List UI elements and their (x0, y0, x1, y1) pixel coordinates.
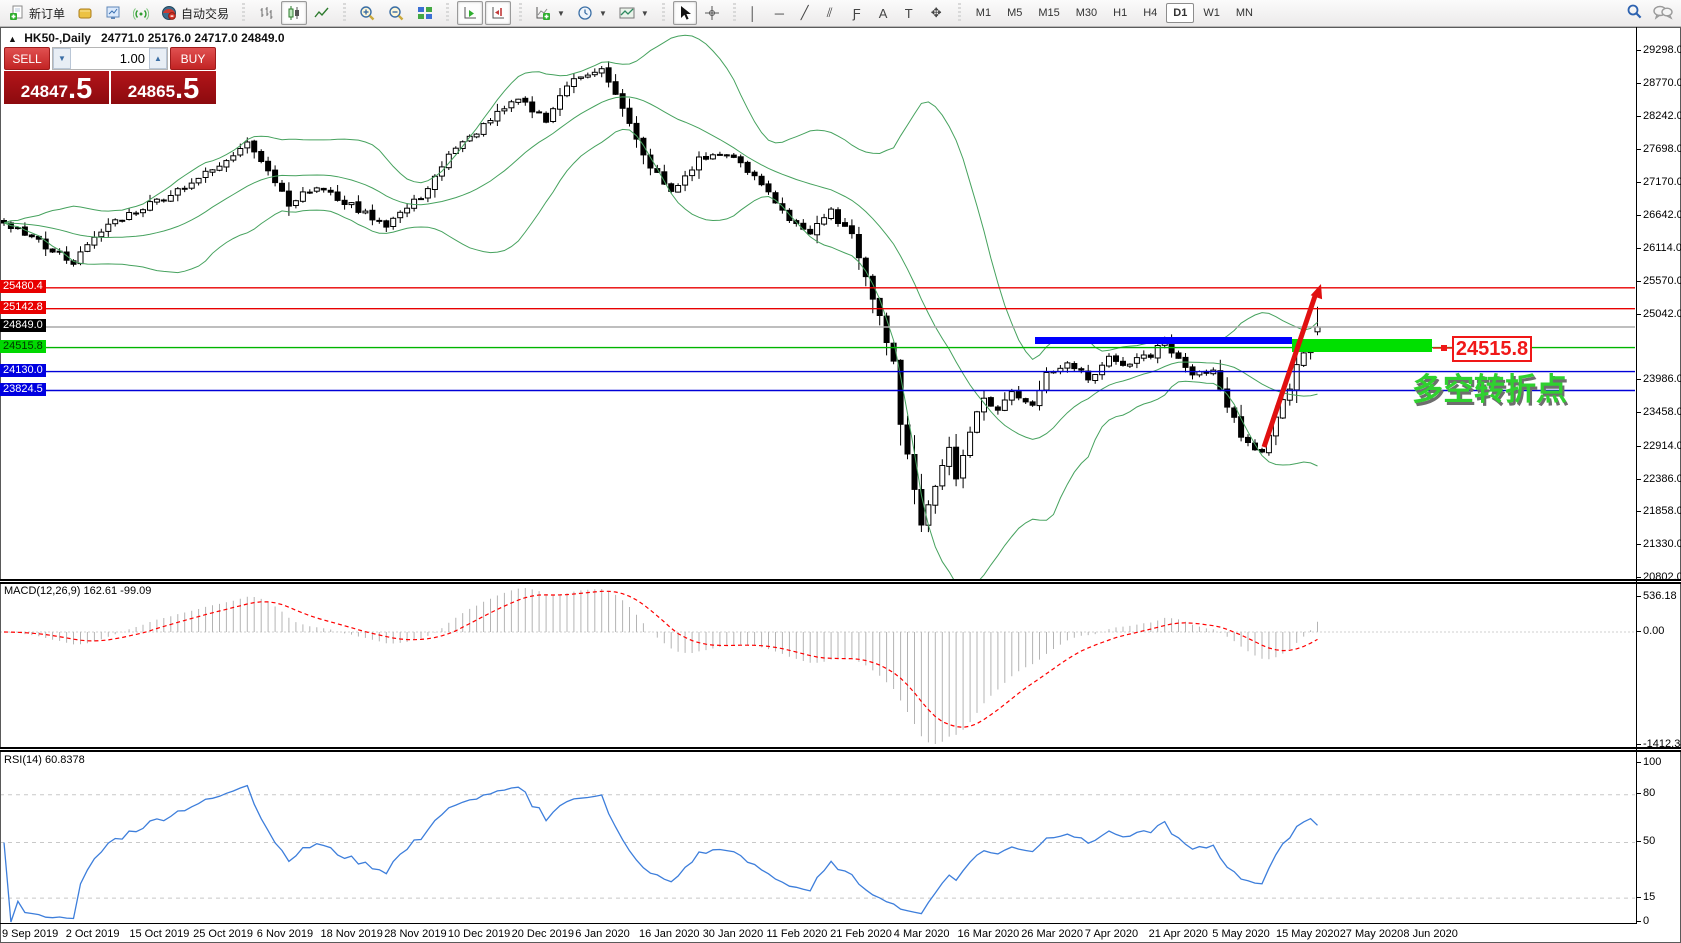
date-tick: 27 May 2020 (1339, 928, 1404, 940)
macd-label: MACD(12,26,9) 162.61 -99.09 (4, 585, 152, 597)
price-tick: 26114.0 (1637, 241, 1681, 254)
price-level-badge: 25142.8 (0, 300, 46, 314)
rsi-axis-tick: 0 (1636, 915, 1650, 927)
buy-price-frac: .5 (175, 73, 200, 105)
rsi-axis-tick: 80 (1636, 787, 1656, 799)
price-tick: 22386.0 (1637, 472, 1681, 485)
rsi-label: RSI(14) 60.8378 (4, 754, 85, 766)
price-level-badge: 24130.0 (0, 363, 46, 377)
price-axis-line (1636, 27, 1637, 924)
price-tick: 23986.0 (1637, 373, 1681, 386)
date-tick: 11 Feb 2020 (766, 928, 828, 940)
date-tick: 15 May 2020 (1276, 928, 1340, 940)
date-tick: 26 Mar 2020 (1021, 928, 1083, 940)
date-tick: 15 Oct 2019 (129, 928, 190, 940)
volume-increase-button[interactable]: ▲ (149, 48, 167, 69)
date-tick: 20 Dec 2019 (511, 928, 574, 940)
chart-title: ▲ HK50-,Daily 24771.0 25176.0 24717.0 24… (8, 31, 285, 45)
pane-divider[interactable] (0, 747, 1681, 752)
sell-button[interactable]: SELL (4, 47, 50, 70)
price-tick: 21858.0 (1637, 505, 1681, 518)
date-tick: 4 Mar 2020 (893, 928, 950, 940)
time-axis-line (0, 923, 1637, 924)
buy-price[interactable]: 24865 .5 (111, 71, 216, 104)
price-tick: 26642.0 (1637, 208, 1681, 221)
date-tick: 28 Nov 2019 (384, 928, 447, 940)
price-level-badge: 24849.0 (0, 318, 46, 332)
date-tick: 25 Oct 2019 (193, 928, 254, 940)
macd-axis-tick: 0.00 (1636, 625, 1665, 637)
buy-price-main: 24865 (127, 82, 176, 101)
date-tick: 18 Nov 2019 (320, 928, 383, 940)
rsi-axis-tick: 50 (1636, 835, 1656, 847)
date-tick: 6 Jan 2020 (575, 928, 630, 940)
price-tick: 29298.0 (1637, 44, 1681, 56)
price-tick: 25570.0 (1637, 275, 1681, 288)
sell-price-frac: .5 (68, 73, 93, 105)
window-collapse-icon[interactable]: ▲ (8, 34, 17, 44)
date-tick: 2 Oct 2019 (65, 928, 120, 940)
date-tick: 30 Jan 2020 (702, 928, 764, 940)
price-tick: 22914.0 (1637, 439, 1681, 452)
volume-input[interactable] (71, 48, 149, 69)
price-level-badge: 25480.4 (0, 279, 46, 293)
date-tick: 16 Mar 2020 (957, 928, 1020, 940)
pane-divider[interactable] (0, 579, 1681, 584)
price-tick: 21330.0 (1637, 538, 1681, 551)
rsi-axis-tick: 15 (1636, 891, 1656, 903)
chart-title-ohlc: 24771.0 25176.0 24717.0 24849.0 (101, 31, 285, 45)
price-tick: 25042.0 (1637, 307, 1681, 320)
date-tick: 21 Feb 2020 (830, 928, 892, 940)
one-click-trade-panel: SELL ▼ ▲ BUY 24847 .5 24865 .5 (4, 47, 216, 104)
price-callout[interactable]: 24515.8 (1452, 336, 1532, 362)
price-tick: 28770.0 (1637, 76, 1681, 89)
price-level-badge: 24515.8 (0, 339, 46, 353)
chart-canvas[interactable] (0, 0, 1681, 943)
date-tick: 10 Dec 2019 (447, 928, 511, 940)
date-tick: 21 Apr 2020 (1148, 928, 1208, 940)
date-tick: 16 Jan 2020 (639, 928, 700, 940)
turning-point-annotation[interactable]: 多空转折点 (1412, 364, 1567, 409)
date-tick: 6 Nov 2019 (256, 928, 314, 940)
price-level-badge: 23824.5 (0, 382, 46, 396)
date-tick: 8 Jun 2020 (1403, 928, 1458, 940)
chart-title-symbol: HK50-,Daily (24, 31, 91, 45)
price-tick: 27698.0 (1637, 143, 1681, 156)
price-tick: 27170.0 (1637, 175, 1681, 188)
rsi-axis-tick: 100 (1636, 756, 1662, 768)
date-tick: 9 Sep 2019 (2, 928, 59, 940)
price-tick: 28242.0 (1637, 109, 1681, 122)
sell-price-main: 24847 (20, 82, 69, 101)
volume-decrease-button[interactable]: ▼ (53, 48, 71, 69)
date-tick: 7 Apr 2020 (1084, 928, 1139, 940)
price-tick: 23458.0 (1637, 406, 1681, 419)
date-tick: 5 May 2020 (1212, 928, 1270, 940)
macd-axis-tick: 536.18 (1637, 590, 1677, 602)
sell-price[interactable]: 24847 .5 (4, 71, 109, 104)
buy-button[interactable]: BUY (170, 47, 216, 70)
